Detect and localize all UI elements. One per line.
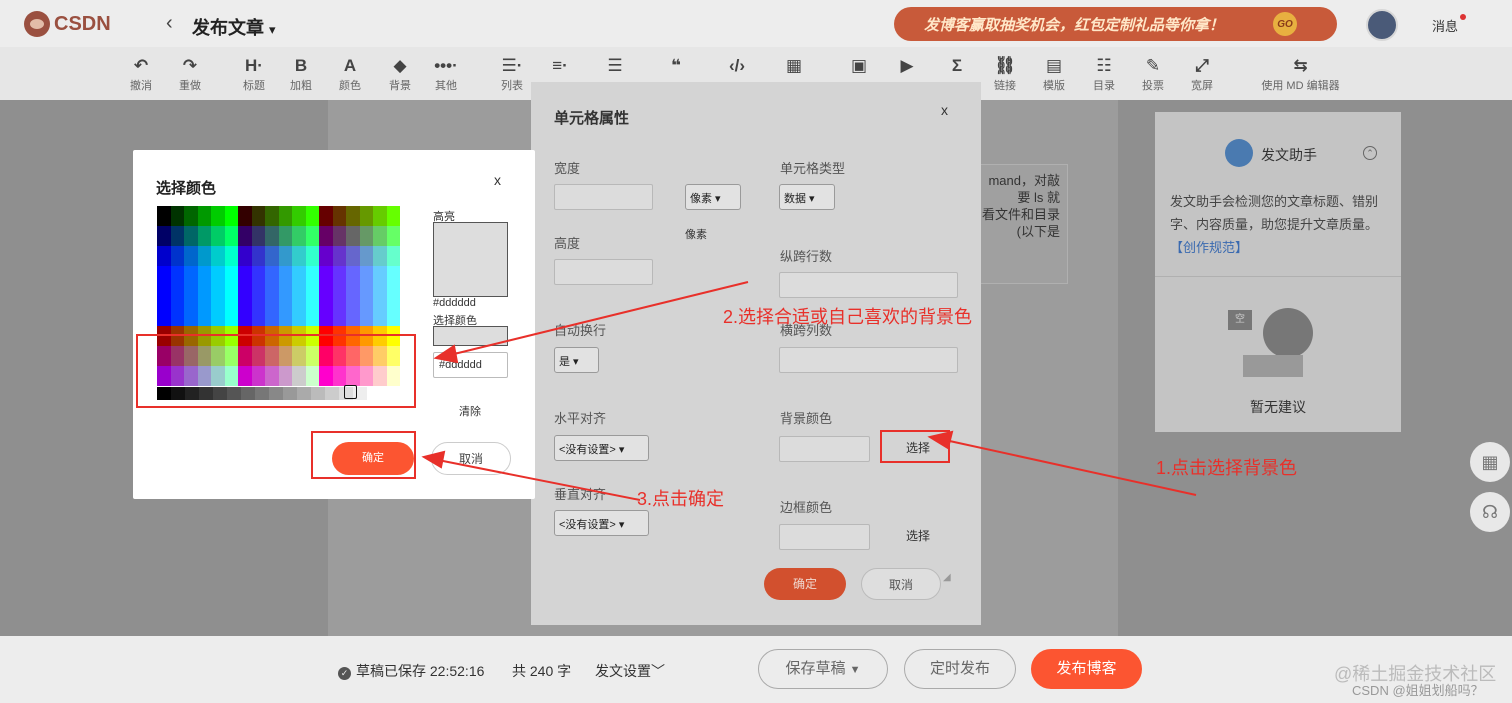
annotation-arrows <box>421 281 1197 501</box>
annotation-step1: 1.点击选择背景色 <box>1156 458 1298 478</box>
save-status: ✓ 草稿已保存 22:52:16 <box>338 661 484 681</box>
arrow-step2-head <box>433 344 459 364</box>
arrow-step2-line <box>449 281 749 356</box>
chevron-down-icon: ﹀ <box>651 663 665 679</box>
schedule-button[interactable]: 定时发布 <box>904 649 1016 689</box>
publish-button[interactable]: 发布博客 <box>1031 649 1142 689</box>
watermark-csdn: CSDN @姐姐划船吗？ <box>1352 683 1484 698</box>
word-count: 共 240 字 <box>512 663 572 679</box>
publish-settings[interactable]: 发文设置﹀ <box>595 661 665 681</box>
caret-down-icon: ▼ <box>849 664 861 676</box>
annotation-step3: 3.点击确定 <box>637 489 725 509</box>
arrow-step3-line <box>437 459 641 501</box>
arrow-step1-head <box>927 430 954 450</box>
save-status-text: 草稿已保存 22:52:16 <box>356 663 485 679</box>
save-draft-button[interactable]: 保存草稿 ▼ <box>758 649 888 689</box>
save-draft-text: 保存草稿 <box>785 660 846 677</box>
check-circle-icon: ✓ <box>338 667 351 680</box>
arrow-step3-head <box>421 450 446 469</box>
publish-settings-text: 发文设置 <box>595 663 651 679</box>
annotation-step2: 2.选择合适或自己喜欢的背景色 <box>723 307 973 327</box>
